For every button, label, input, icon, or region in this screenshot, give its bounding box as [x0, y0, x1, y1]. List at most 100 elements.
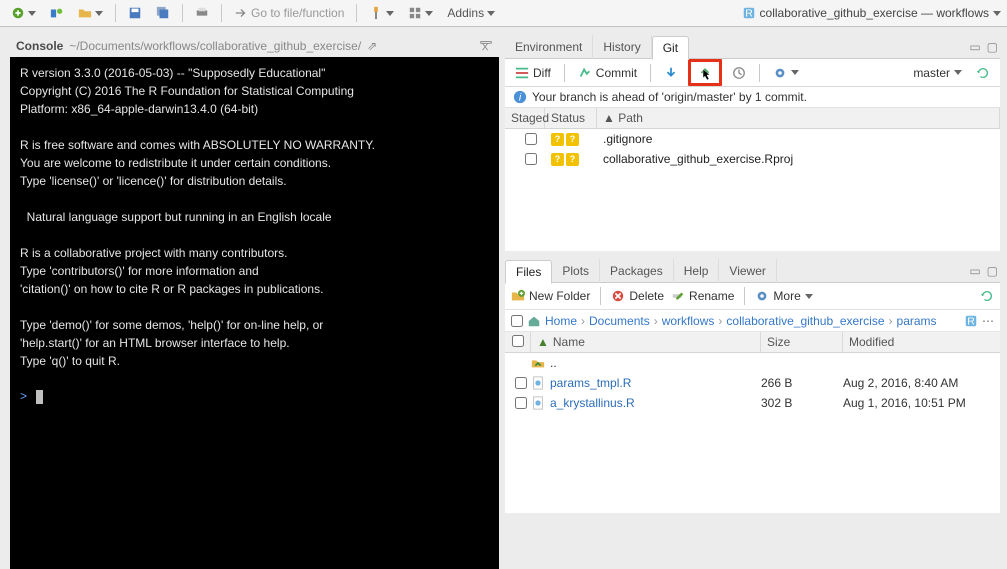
file-rows: .. params_tmpl.R 266 B Aug 2, 2016, 8:40…: [505, 353, 1000, 513]
print-icon[interactable]: [190, 3, 214, 23]
git-ahead-info: i Your branch is ahead of 'origin/master…: [505, 87, 1000, 108]
svg-text:R: R: [745, 8, 753, 20]
tab-history[interactable]: History: [593, 35, 651, 59]
status-badge-unknown: ?: [566, 133, 579, 146]
file-size: 302 B: [761, 396, 843, 410]
svg-text:R: R: [967, 315, 975, 327]
col-status[interactable]: Status: [545, 108, 597, 128]
tab-environment[interactable]: Environment: [505, 35, 593, 59]
stage-checkbox[interactable]: [525, 153, 537, 165]
files-panel: Files Plots Packages Help Viewer ▭ ▢ New…: [505, 259, 1000, 513]
rename-button[interactable]: Rename: [671, 289, 734, 303]
console-output[interactable]: R version 3.3.0 (2016-05-03) -- "Suppose…: [10, 57, 499, 569]
status-badge-unknown: ?: [551, 133, 564, 146]
tab-help[interactable]: Help: [674, 259, 720, 283]
file-link[interactable]: params_tmpl.R: [531, 376, 761, 390]
tab-plots[interactable]: Plots: [552, 259, 600, 283]
history-button[interactable]: [728, 64, 750, 82]
col-path[interactable]: ▲ Path: [597, 108, 1000, 128]
git-toolbar: Diff Commit master: [505, 59, 1000, 87]
crumb[interactable]: params: [897, 314, 937, 328]
file-link[interactable]: a_krystallinus.R: [531, 396, 761, 410]
folder-up-icon: [531, 356, 545, 370]
files-tabstrip: Files Plots Packages Help Viewer ▭ ▢: [505, 259, 1000, 283]
col-size[interactable]: Size: [761, 332, 843, 352]
refresh-git-icon[interactable]: [972, 64, 994, 82]
branch-selector[interactable]: master: [909, 64, 966, 82]
goto-file-button[interactable]: Go to file/function: [229, 3, 349, 23]
project-name: collaborative_github_exercise — workflow…: [760, 6, 989, 20]
crumb[interactable]: collaborative_github_exercise: [726, 314, 884, 328]
tab-files[interactable]: Files: [505, 260, 552, 284]
new-file-icon[interactable]: [6, 3, 41, 23]
files-toolbar: New Folder Delete Rename More: [505, 283, 1000, 310]
file-row[interactable]: params_tmpl.R 266 B Aug 2, 2016, 8:40 AM: [505, 373, 1000, 393]
more-paths-icon[interactable]: ⋯: [982, 314, 994, 328]
console-cursor: [36, 390, 43, 404]
delete-button[interactable]: Delete: [611, 289, 664, 303]
save-all-icon[interactable]: [151, 3, 175, 23]
tab-viewer[interactable]: Viewer: [719, 259, 776, 283]
goto-label: Go to file/function: [251, 6, 344, 20]
diff-button[interactable]: Diff: [511, 64, 555, 82]
r-file-icon: [531, 376, 545, 390]
file-modified: Aug 1, 2016, 10:51 PM: [843, 396, 994, 410]
crumb[interactable]: Documents: [589, 314, 650, 328]
crumb[interactable]: workflows: [662, 314, 715, 328]
more-button[interactable]: More: [755, 289, 812, 303]
main-toolbar: Go to file/function Addins R collaborati…: [0, 0, 1007, 27]
git-rows: ?? .gitignore ?? collaborative_github_ex…: [505, 129, 1000, 251]
new-project-icon[interactable]: [45, 3, 69, 23]
breadcrumb: Home› Documents› workflows› collaborativ…: [505, 310, 1000, 332]
console-prompt: >: [20, 389, 27, 403]
git-row[interactable]: ?? collaborative_github_exercise.Rproj: [505, 149, 1000, 169]
status-badge-unknown: ?: [566, 153, 579, 166]
project-dropdown[interactable]: R collaborative_github_exercise — workfl…: [742, 6, 1001, 20]
git-table-header: Staged Status ▲ Path: [505, 108, 1000, 129]
r-file-icon: [531, 396, 545, 410]
files-table-header: ▲Name Size Modified: [505, 332, 1000, 353]
push-button-highlighted: [688, 59, 722, 86]
console-path: ~/Documents/workflows/collaborative_gith…: [69, 39, 361, 53]
console-header: Console ~/Documents/workflows/collaborat…: [10, 35, 499, 57]
path-browse-icon[interactable]: ⇗: [367, 39, 377, 53]
file-checkbox[interactable]: [515, 397, 527, 409]
select-all-checkbox[interactable]: [511, 315, 523, 327]
info-icon: i: [513, 90, 527, 104]
git-more-button[interactable]: [769, 64, 803, 82]
console-clear-icon[interactable]: [479, 38, 493, 55]
minimize-icon[interactable]: ▭: [969, 40, 980, 54]
file-row-up[interactable]: ..: [505, 353, 1000, 373]
pull-button[interactable]: [660, 64, 682, 82]
r-project-icon[interactable]: R: [964, 314, 978, 328]
environment-panel: Environment History Git ▭ ▢ Diff Commit: [505, 35, 1000, 251]
file-modified: Aug 2, 2016, 8:40 AM: [843, 376, 994, 390]
select-all-files-checkbox[interactable]: [512, 335, 524, 347]
col-name[interactable]: ▲Name: [531, 332, 761, 352]
git-file-path: .gitignore: [603, 132, 994, 146]
tab-git[interactable]: Git: [652, 36, 689, 60]
status-badge-unknown: ?: [551, 153, 564, 166]
addins-menu[interactable]: Addins: [442, 3, 500, 23]
git-row[interactable]: ?? .gitignore: [505, 129, 1000, 149]
tab-packages[interactable]: Packages: [600, 259, 674, 283]
stage-checkbox[interactable]: [525, 133, 537, 145]
save-icon[interactable]: [123, 3, 147, 23]
maximize-icon[interactable]: ▢: [987, 40, 998, 54]
refresh-files-icon[interactable]: [980, 289, 994, 303]
file-checkbox[interactable]: [515, 377, 527, 389]
maximize-icon[interactable]: ▢: [987, 264, 998, 278]
grid-icon[interactable]: [403, 3, 438, 23]
file-row[interactable]: a_krystallinus.R 302 B Aug 1, 2016, 10:5…: [505, 393, 1000, 413]
col-staged[interactable]: Staged: [505, 108, 545, 128]
open-file-icon[interactable]: [73, 3, 108, 23]
home-icon[interactable]: [527, 314, 541, 328]
file-size: 266 B: [761, 376, 843, 390]
col-modified[interactable]: Modified: [843, 332, 1000, 352]
build-tools-icon[interactable]: [364, 3, 399, 23]
new-folder-button[interactable]: New Folder: [511, 289, 590, 303]
push-button[interactable]: [694, 63, 716, 81]
crumb[interactable]: Home: [545, 314, 577, 328]
minimize-icon[interactable]: ▭: [969, 264, 980, 278]
commit-button[interactable]: Commit: [574, 64, 641, 82]
